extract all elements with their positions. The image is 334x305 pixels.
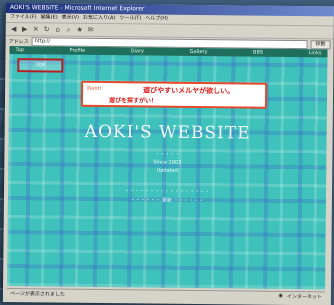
annotation-callout: Point! 遊びやすいメルヤが欲しい。 遊びを探すがい！: [80, 80, 268, 109]
site-note-line[interactable]: ・・・・・・ 更新 ・・・・・・: [8, 195, 326, 207]
globe-icon: ◉: [278, 292, 283, 299]
menu-help[interactable]: ヘルプ(H): [145, 14, 168, 23]
callout-lead: Point!: [87, 85, 102, 93]
home-icon[interactable]: ⌂: [54, 26, 62, 34]
site-title: AOKI'S WEBSITE: [84, 121, 251, 144]
go-button[interactable]: 移動: [310, 39, 331, 49]
site-nav-diary[interactable]: Diary: [131, 47, 144, 55]
address-label: アドレス: [8, 38, 29, 45]
window-title: AOKI'S WEBSITE - Microsoft Internet Expl…: [9, 4, 145, 13]
status-bar: ページが表示されました ◉ インターネット: [6, 288, 325, 301]
back-icon[interactable]: ◀: [10, 25, 18, 33]
mail-icon[interactable]: ✉: [87, 26, 95, 34]
menu-view[interactable]: 表示(V): [62, 14, 79, 23]
site-nav-links[interactable]: Links: [309, 49, 322, 57]
search-icon[interactable]: ⌕: [65, 26, 73, 34]
callout-line2: 遊びを探すがい！: [108, 97, 158, 105]
status-zone: ◉ インターネット: [278, 292, 322, 300]
stop-icon[interactable]: ✕: [32, 25, 40, 33]
favorites-icon[interactable]: ★: [76, 26, 84, 34]
site-top-button[interactable]: TOP: [17, 58, 64, 73]
menu-file[interactable]: ファイル(F): [10, 13, 37, 22]
menu-favorites[interactable]: お気に入り(A): [83, 14, 115, 23]
site-nav-profile[interactable]: Profile: [70, 47, 86, 55]
page-content: Top Profile Diary Gallery BBS Links TOP …: [7, 46, 328, 290]
site-nav-top[interactable]: Top: [15, 46, 24, 54]
site-notes: ・・・・・・・・・・・・・・・・・ ・・・・・・ 更新 ・・・・・・: [8, 186, 326, 207]
site-nav-gallery[interactable]: Gallery: [190, 48, 208, 56]
menu-tools[interactable]: ツール(T): [119, 14, 141, 23]
browser-window: AOKI'S WEBSITE - Microsoft Internet Expl…: [2, 3, 334, 305]
forward-icon[interactable]: ▶: [21, 25, 29, 33]
site-intro: ・・・・・ Since 2003 Updated: [8, 149, 326, 176]
menu-edit[interactable]: 編集(E): [41, 13, 58, 22]
status-zone-label: インターネット: [286, 293, 322, 300]
refresh-icon[interactable]: ↻: [43, 25, 51, 33]
status-text: ページが表示されました: [9, 290, 65, 298]
site-nav-bbs[interactable]: BBS: [253, 49, 263, 57]
